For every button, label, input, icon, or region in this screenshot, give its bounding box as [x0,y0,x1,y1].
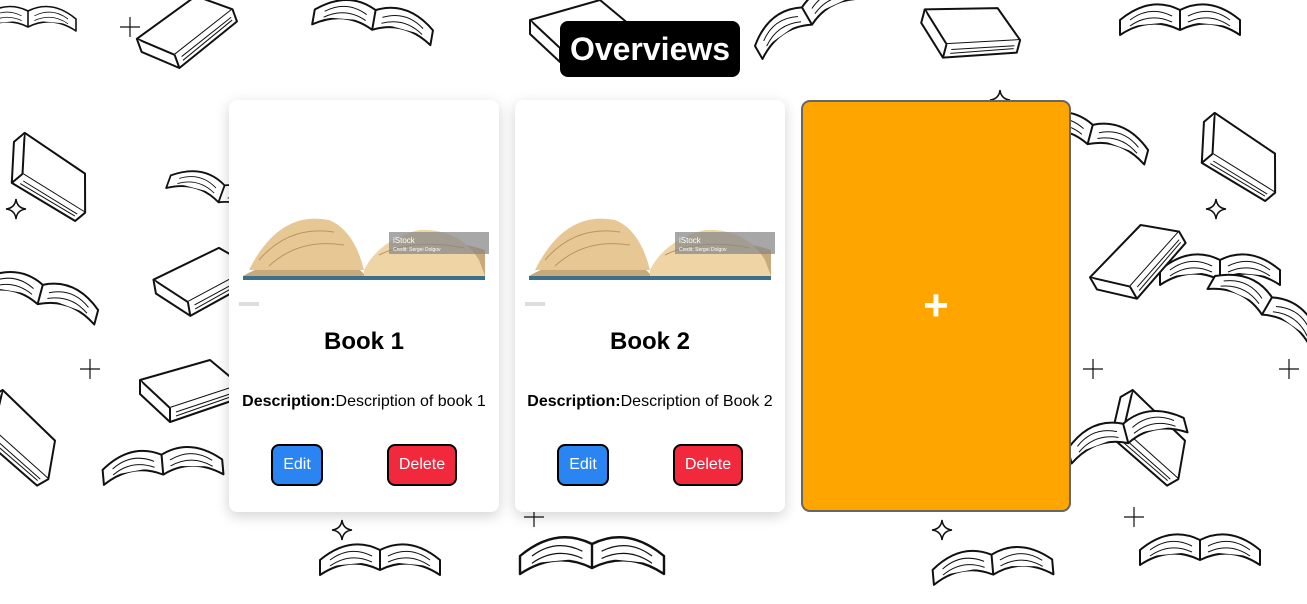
description-label: Description: [527,393,621,410]
book-title: Book 1 [323,328,404,355]
book-cover-image: iStock Credit: Sergei Dolgov [525,218,775,306]
description-text: Description of book 1 [335,393,486,410]
book-description: Description:Description of Book 2 [515,393,785,411]
description-text: Description of Book 2 [620,393,773,410]
book-cover-image: iStock Credit: Sergei Dolgov [239,218,489,306]
page-title: Overviews [560,21,740,77]
edit-button[interactable]: Edit [557,444,609,486]
edit-button[interactable]: Edit [271,444,323,486]
stock-watermark: iStock [393,236,416,245]
book-title: Book 2 [609,328,690,355]
add-book-card[interactable]: + [801,100,1071,512]
book-description: Description:Description of book 1 [229,393,499,411]
book-card: iStock Credit: Sergei Dolgov Book 2 Desc… [515,100,785,512]
description-label: Description: [242,393,336,410]
delete-button[interactable]: Delete [387,444,457,486]
stock-watermark: iStock [679,236,702,245]
plus-icon: + [923,281,949,330]
book-card: iStock Credit: Sergei Dolgov Book 1 Desc… [229,100,499,512]
stock-credit: Credit: Sergei Dolgov [393,247,441,253]
stock-credit: Credit: Sergei Dolgov [679,247,727,253]
delete-button[interactable]: Delete [673,444,743,486]
